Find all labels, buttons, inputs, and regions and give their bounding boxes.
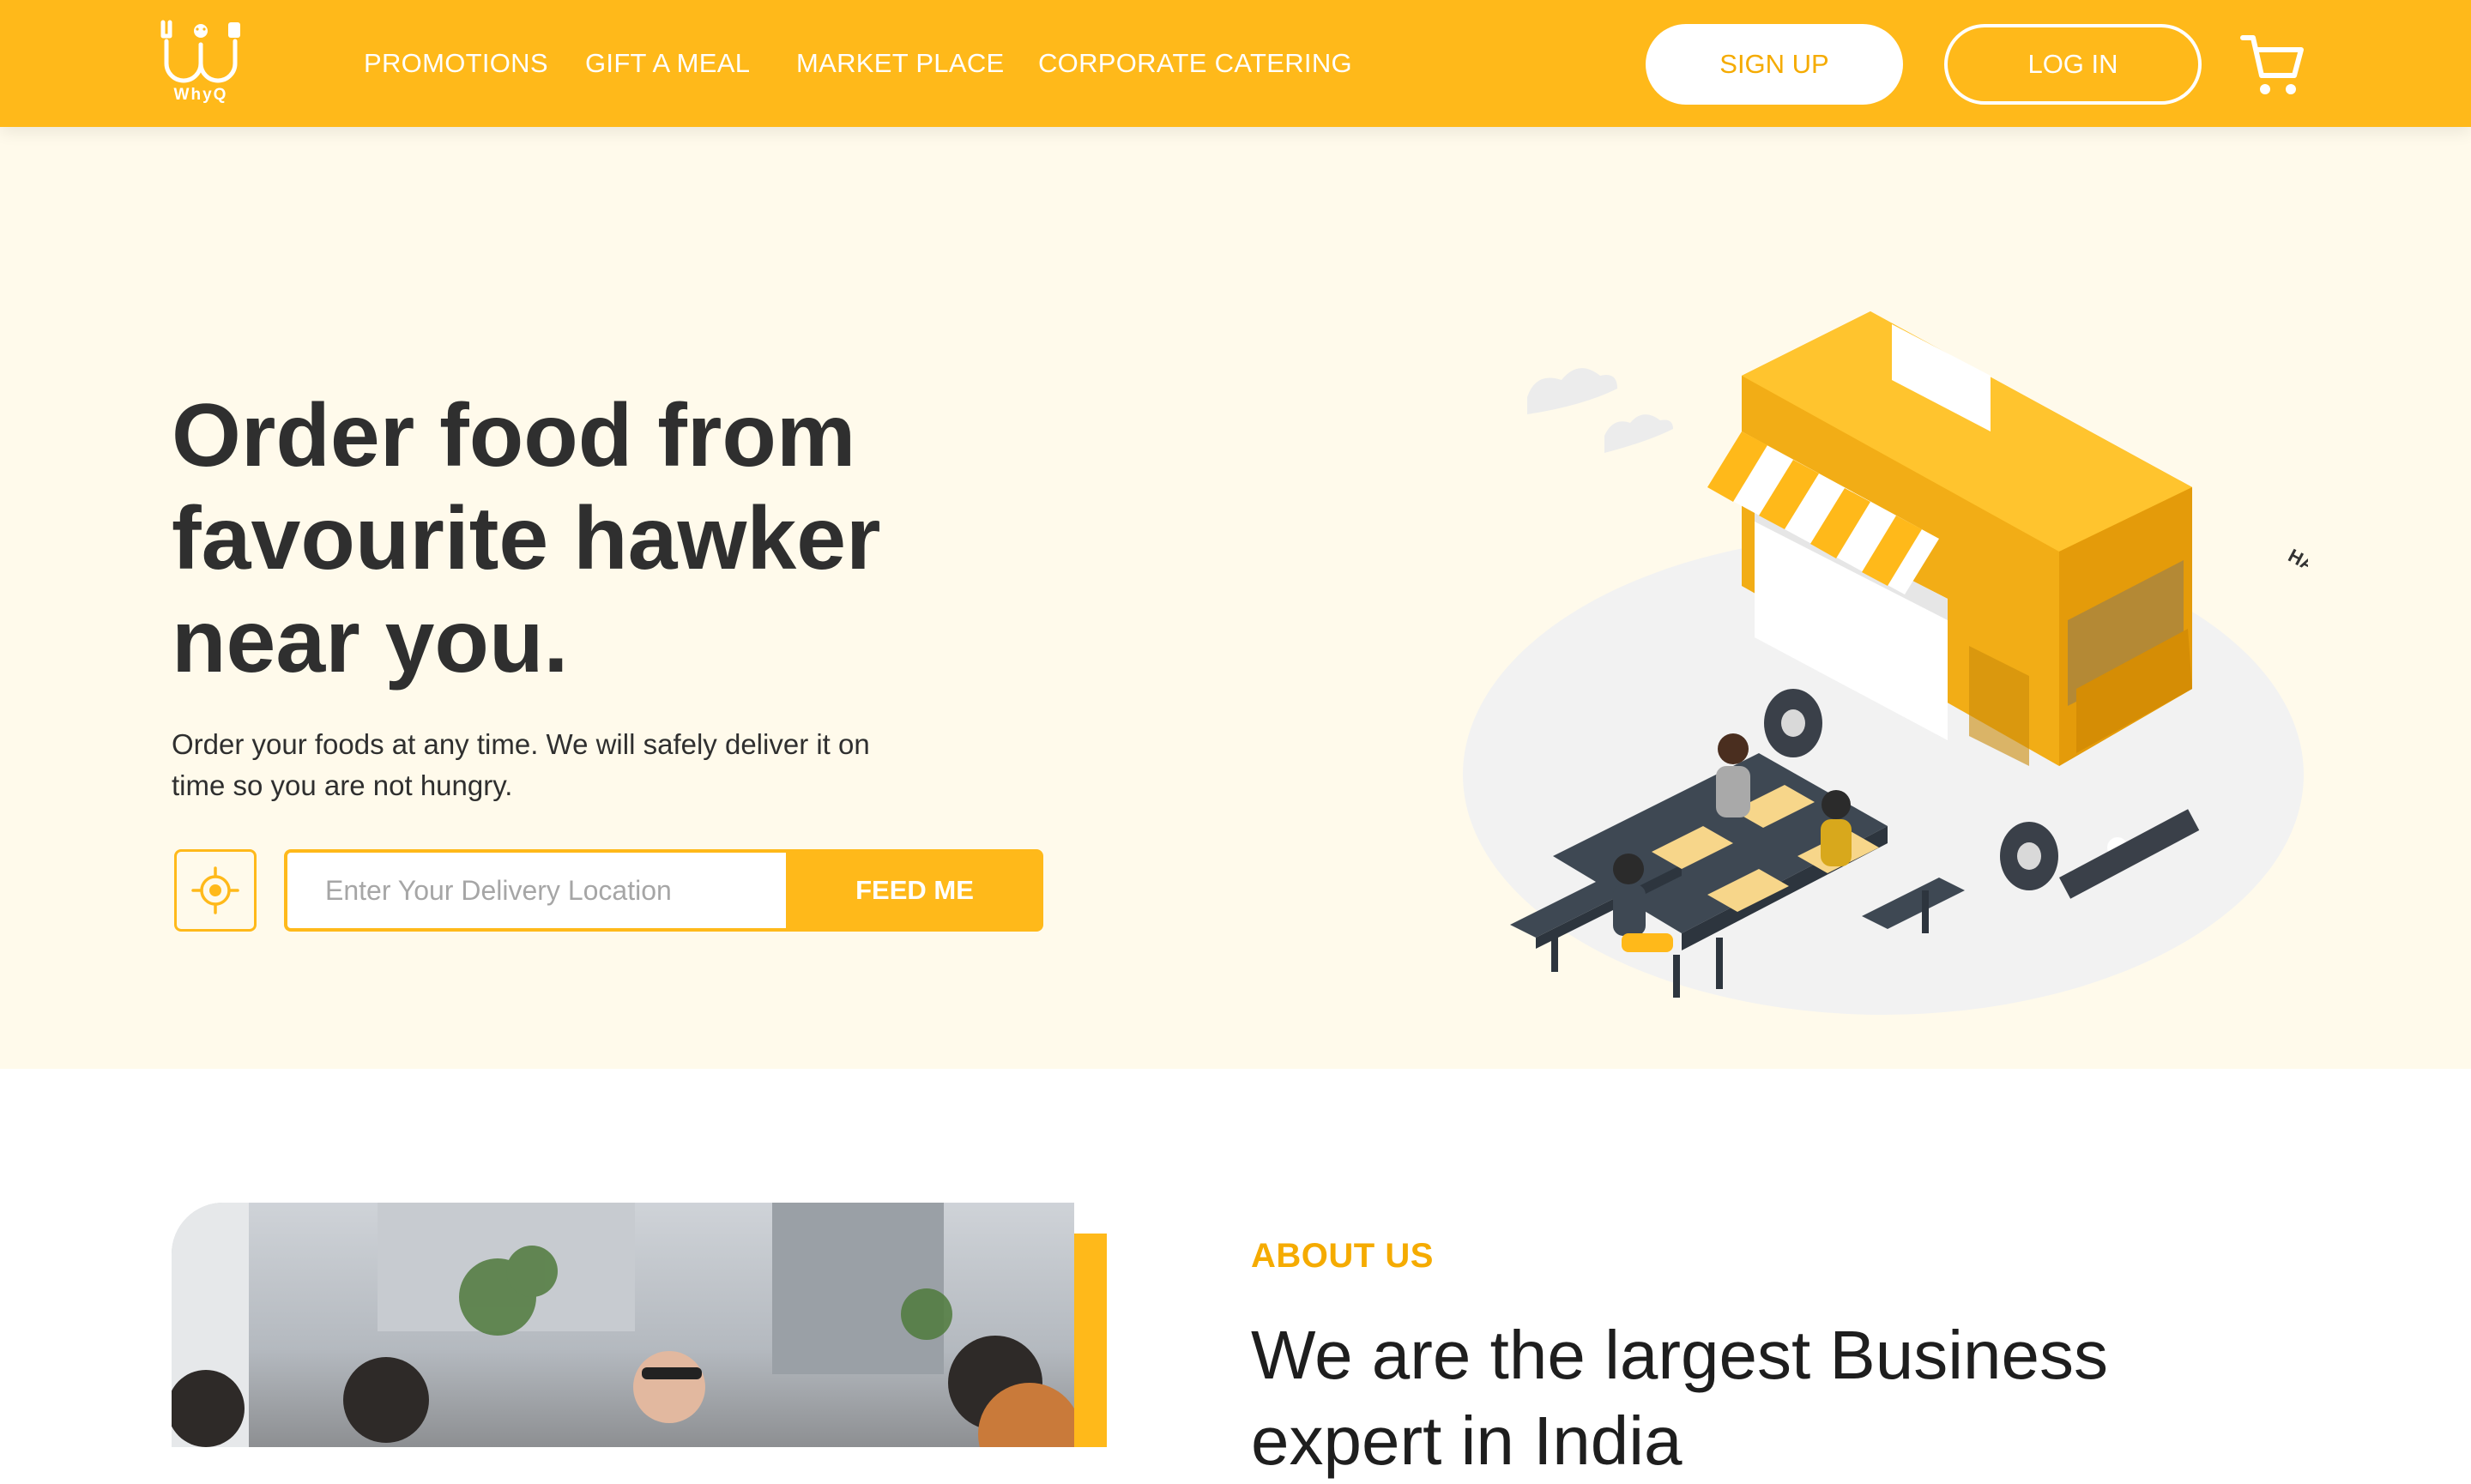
- locate-me-button[interactable]: [174, 849, 257, 932]
- nav-market-place[interactable]: MARKET PLACE: [796, 46, 1005, 81]
- about-us-label: ABOUT US: [1251, 1237, 1434, 1275]
- nav-gift-a-meal[interactable]: GIFT A MEAL: [585, 46, 750, 81]
- top-navigation-bar: WhyQ PROMOTIONS GIFT A MEAL MARKET PLACE…: [0, 0, 2471, 127]
- cloud-icon: [1527, 368, 1673, 453]
- food-truck-illustration: HAWKER FOOD: [1463, 311, 2308, 1015]
- logo-text: WhyQ: [173, 86, 228, 104]
- hero-section: Order food from favourite hawker near yo…: [0, 127, 2471, 1069]
- about-accent-bar: [1074, 1234, 1107, 1447]
- logo-icon: [160, 20, 240, 83]
- hero-title: Order food from favourite hawker near yo…: [172, 386, 881, 691]
- crosshair-icon: [191, 866, 239, 914]
- truck-sign-text: HAWKER FOOD: [2285, 545, 2308, 631]
- sign-up-button[interactable]: SIGN UP: [1646, 24, 1903, 105]
- delivery-location-input[interactable]: [284, 849, 786, 932]
- whyq-logo[interactable]: WhyQ: [160, 19, 242, 108]
- about-us-title: We are the largest Business expert in In…: [1251, 1317, 2109, 1479]
- shopping-cart-icon[interactable]: [2239, 31, 2305, 100]
- team-photo: [172, 1203, 1074, 1447]
- hero-subtitle: Order your foods at any time. We will sa…: [172, 728, 870, 801]
- log-in-button[interactable]: LOG IN: [1944, 24, 2202, 105]
- delivery-search-group: FEED ME: [284, 849, 1043, 932]
- nav-promotions[interactable]: PROMOTIONS: [364, 46, 548, 81]
- feed-me-button[interactable]: FEED ME: [786, 849, 1043, 932]
- nav-corporate-catering[interactable]: CORPORATE CATERING: [1038, 46, 1352, 81]
